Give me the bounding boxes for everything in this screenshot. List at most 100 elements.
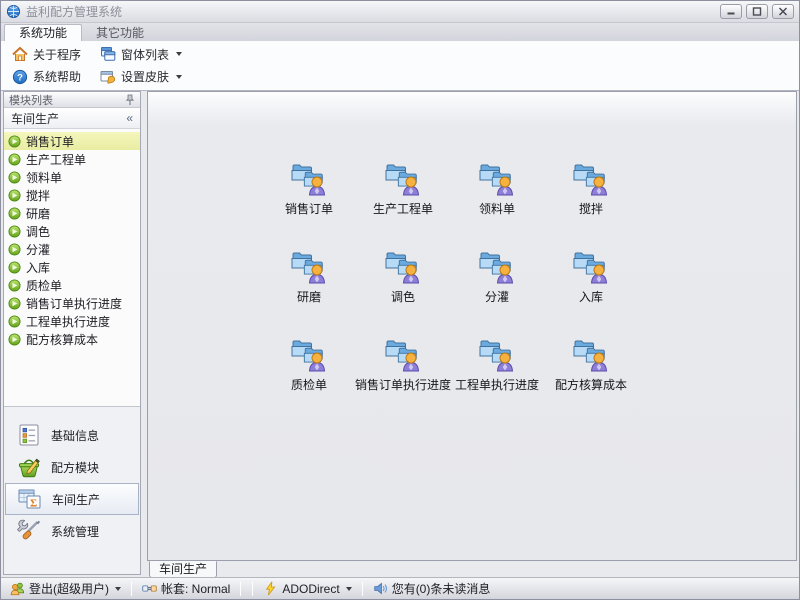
sidebar-item-tinting[interactable]: 调色 bbox=[4, 222, 140, 240]
close-button[interactable] bbox=[772, 4, 794, 19]
account-set-label: 帐套: Normal bbox=[140, 580, 232, 597]
module-label: 研磨 bbox=[297, 288, 321, 305]
section-label: 车间生产 bbox=[52, 491, 100, 508]
maximize-button[interactable] bbox=[746, 4, 768, 19]
tools-icon bbox=[16, 518, 42, 544]
section-system-management[interactable]: 系统管理 bbox=[5, 515, 139, 547]
module-sidebar: 模块列表 车间生产 « 销售订单 生产工程单 bbox=[3, 91, 141, 575]
green-arrow-icon bbox=[8, 135, 21, 148]
tab-system-functions[interactable]: 系统功能 bbox=[4, 24, 82, 41]
set-skin-label: 设置皮肤 bbox=[121, 68, 169, 85]
folder-user-icon bbox=[478, 338, 516, 372]
green-arrow-icon bbox=[8, 189, 21, 202]
module-icon-work-order-progress[interactable]: 工程单执行进度 bbox=[450, 330, 544, 418]
module-icon-sales-order-progress[interactable]: 销售订单执行进度 bbox=[356, 330, 450, 418]
folder-user-icon bbox=[384, 162, 422, 196]
sidebar-caption-label: 模块列表 bbox=[9, 92, 53, 108]
status-bar: 登出(超级用户) 帐套: Normal ADODirect 您有(0)条未读消息 bbox=[1, 577, 799, 599]
green-arrow-icon bbox=[8, 315, 21, 328]
tab-other-functions[interactable]: 其它功能 bbox=[82, 25, 158, 41]
logout-label: 登出(超级用户) bbox=[29, 580, 109, 597]
window-controls bbox=[720, 4, 794, 19]
production-sigma-icon bbox=[17, 486, 43, 512]
module-icon-warehousing[interactable]: 入库 bbox=[544, 242, 638, 330]
module-icon-quality-inspection[interactable]: 质检单 bbox=[262, 330, 356, 418]
speaker-icon bbox=[373, 581, 388, 596]
dropdown-caret-icon bbox=[115, 587, 121, 591]
folder-user-icon bbox=[572, 162, 610, 196]
sidebar-item-work-order-progress[interactable]: 工程单执行进度 bbox=[4, 312, 140, 330]
module-icon-tinting[interactable]: 调色 bbox=[356, 242, 450, 330]
system-help-label: 系统帮助 bbox=[33, 68, 81, 85]
section-workshop-production[interactable]: 车间生产 bbox=[5, 483, 139, 515]
module-icon-material-requisition[interactable]: 领料单 bbox=[450, 154, 544, 242]
pin-icon[interactable] bbox=[125, 94, 135, 106]
folder-user-icon bbox=[290, 162, 328, 196]
account-set-text: 帐套: Normal bbox=[161, 580, 230, 597]
collapse-chevrons-icon[interactable]: « bbox=[126, 111, 133, 125]
module-icon-grid: 销售订单 生产工程单 领料单 搅拌 研磨 bbox=[262, 154, 638, 418]
doc-tab-workshop-production[interactable]: 车间生产 bbox=[149, 561, 217, 578]
set-skin-button[interactable]: 设置皮肤 bbox=[95, 66, 187, 87]
ribbon-toolbar: 关于程序 窗体列表 系统帮助 设置皮肤 bbox=[1, 41, 799, 91]
minimize-button[interactable] bbox=[720, 4, 742, 19]
sidebar-item-warehousing[interactable]: 入库 bbox=[4, 258, 140, 276]
sidebar-item-label: 入库 bbox=[26, 259, 50, 276]
module-icon-filling[interactable]: 分灌 bbox=[450, 242, 544, 330]
sidebar-item-grinding[interactable]: 研磨 bbox=[4, 204, 140, 222]
dropdown-caret-icon bbox=[176, 52, 182, 56]
system-help-button[interactable]: 系统帮助 bbox=[7, 66, 95, 87]
green-arrow-icon bbox=[8, 279, 21, 292]
module-icon-formula-cost[interactable]: 配方核算成本 bbox=[544, 330, 638, 418]
toolbar-row-2: 系统帮助 设置皮肤 bbox=[7, 66, 793, 87]
module-icon-grinding[interactable]: 研磨 bbox=[262, 242, 356, 330]
window-title: 益利配方管理系统 bbox=[26, 3, 122, 20]
sidebar-item-label: 领料单 bbox=[26, 169, 62, 186]
module-label: 质检单 bbox=[291, 376, 327, 393]
unread-messages-item[interactable]: 您有(0)条未读消息 bbox=[371, 580, 493, 597]
about-program-button[interactable]: 关于程序 bbox=[7, 44, 95, 65]
sidebar-item-formula-cost[interactable]: 配方核算成本 bbox=[4, 330, 140, 348]
sidebar-item-label: 分灌 bbox=[26, 241, 50, 258]
sidebar-item-label: 质检单 bbox=[26, 277, 62, 294]
sidebar-item-label: 销售订单 bbox=[26, 133, 74, 150]
connection-icon bbox=[142, 581, 157, 596]
green-arrow-icon bbox=[8, 261, 21, 274]
sidebar-item-production-work-order[interactable]: 生产工程单 bbox=[4, 150, 140, 168]
sidebar-spacer bbox=[4, 348, 140, 406]
section-label: 配方模块 bbox=[51, 459, 99, 476]
cascade-windows-icon bbox=[100, 46, 116, 62]
sidebar-item-label: 调色 bbox=[26, 223, 50, 240]
sidebar-item-sales-order[interactable]: 销售订单 bbox=[4, 132, 140, 150]
section-formula-module[interactable]: 配方模块 bbox=[5, 451, 139, 483]
users-icon bbox=[10, 581, 25, 596]
folder-user-icon bbox=[290, 250, 328, 284]
maximize-icon bbox=[752, 7, 762, 16]
module-label: 销售订单 bbox=[285, 200, 333, 217]
sidebar-item-quality-inspection[interactable]: 质检单 bbox=[4, 276, 140, 294]
section-label: 系统管理 bbox=[51, 523, 99, 540]
adodirect-button[interactable]: ADODirect bbox=[261, 581, 353, 596]
adodirect-label: ADODirect bbox=[282, 582, 339, 596]
module-icon-sales-order[interactable]: 销售订单 bbox=[262, 154, 356, 242]
module-label: 分灌 bbox=[485, 288, 509, 305]
section-basic-info[interactable]: 基础信息 bbox=[5, 419, 139, 451]
skin-icon bbox=[100, 69, 116, 85]
form-list-button[interactable]: 窗体列表 bbox=[95, 44, 187, 65]
module-icon-mixing[interactable]: 搅拌 bbox=[544, 154, 638, 242]
statusbar-separator bbox=[131, 582, 132, 596]
logout-button[interactable]: 登出(超级用户) bbox=[8, 580, 123, 597]
toolbar-row-1: 关于程序 窗体列表 bbox=[7, 44, 793, 65]
statusbar-separator bbox=[240, 582, 241, 596]
folder-user-icon bbox=[290, 338, 328, 372]
sidebar-item-sales-order-progress[interactable]: 销售订单执行进度 bbox=[4, 294, 140, 312]
folder-user-icon bbox=[478, 250, 516, 284]
sidebar-item-list: 销售订单 生产工程单 领料单 搅拌 研磨 bbox=[4, 129, 140, 348]
home-icon bbox=[12, 46, 28, 62]
sidebar-item-material-requisition[interactable]: 领料单 bbox=[4, 168, 140, 186]
about-program-label: 关于程序 bbox=[33, 46, 81, 63]
sidebar-item-mixing[interactable]: 搅拌 bbox=[4, 186, 140, 204]
sidebar-item-filling[interactable]: 分灌 bbox=[4, 240, 140, 258]
dropdown-caret-icon bbox=[176, 75, 182, 79]
module-icon-production-work-order[interactable]: 生产工程单 bbox=[356, 154, 450, 242]
